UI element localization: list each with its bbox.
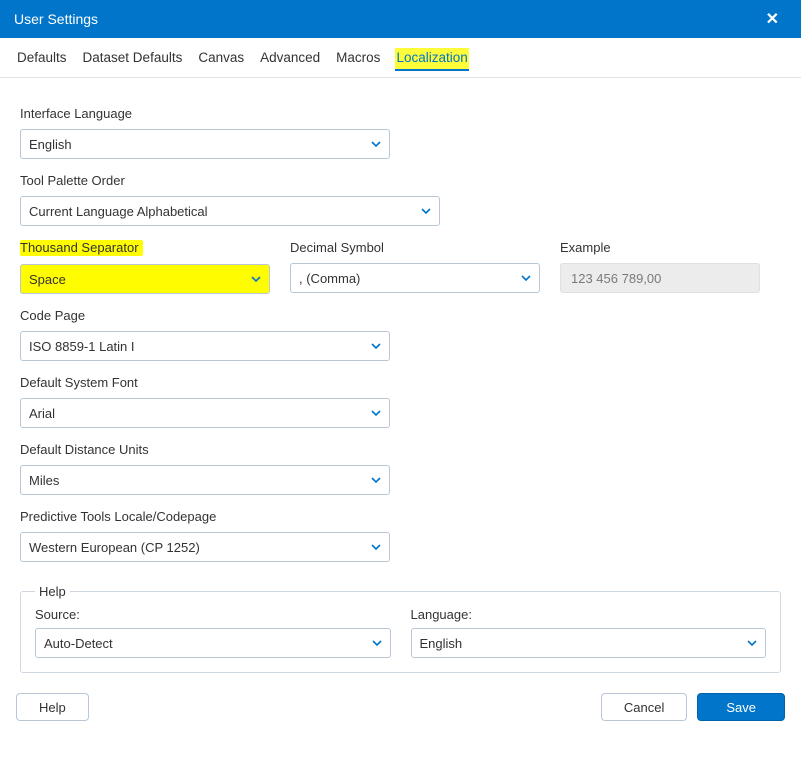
label-default-system-font: Default System Font (20, 375, 781, 390)
select-value: Auto-Detect (44, 636, 113, 651)
help-button[interactable]: Help (16, 693, 89, 721)
select-code-page[interactable]: ISO 8859-1 Latin I (20, 331, 390, 361)
select-value: , (Comma) (299, 271, 360, 286)
select-interface-language[interactable]: English (20, 129, 390, 159)
tab-defaults[interactable]: Defaults (16, 48, 68, 71)
chevron-down-icon (370, 340, 382, 352)
select-help-source[interactable]: Auto-Detect (35, 628, 391, 658)
select-value: Western European (CP 1252) (29, 540, 200, 555)
save-button[interactable]: Save (697, 693, 785, 721)
chevron-down-icon (370, 541, 382, 553)
tab-advanced[interactable]: Advanced (259, 48, 321, 71)
label-thousand-separator: Thousand Separator (20, 240, 270, 256)
label-decimal-symbol: Decimal Symbol (290, 240, 540, 255)
select-value: ISO 8859-1 Latin I (29, 339, 135, 354)
help-fieldset: Help Source: Auto-Detect Language: Engli… (20, 584, 781, 673)
label-help-source: Source: (35, 607, 391, 622)
select-value: Space (29, 272, 66, 287)
label-tool-palette-order: Tool Palette Order (20, 173, 781, 188)
close-icon[interactable]: ✕ (758, 5, 787, 33)
content-panel: Interface Language English Tool Palette … (0, 78, 801, 681)
tab-dataset-defaults[interactable]: Dataset Defaults (82, 48, 184, 71)
tab-bar: Defaults Dataset Defaults Canvas Advance… (0, 38, 801, 78)
select-value: English (420, 636, 463, 651)
tab-macros[interactable]: Macros (335, 48, 381, 71)
window-title: User Settings (14, 11, 98, 27)
label-default-distance-units: Default Distance Units (20, 442, 781, 457)
select-decimal-symbol[interactable]: , (Comma) (290, 263, 540, 293)
chevron-down-icon (370, 474, 382, 486)
select-tool-palette-order[interactable]: Current Language Alphabetical (20, 196, 440, 226)
select-value: Arial (29, 406, 55, 421)
select-help-language[interactable]: English (411, 628, 767, 658)
chevron-down-icon (370, 138, 382, 150)
cancel-button[interactable]: Cancel (601, 693, 687, 721)
select-thousand-separator[interactable]: Space (20, 264, 270, 294)
example-output: 123 456 789,00 (560, 263, 760, 293)
label-predictive-locale: Predictive Tools Locale/Codepage (20, 509, 781, 524)
chevron-down-icon (370, 407, 382, 419)
chevron-down-icon (371, 637, 383, 649)
tab-localization[interactable]: Localization (395, 48, 468, 71)
help-legend: Help (35, 584, 70, 599)
select-default-system-font[interactable]: Arial (20, 398, 390, 428)
select-default-distance-units[interactable]: Miles (20, 465, 390, 495)
label-example: Example (560, 240, 760, 255)
select-predictive-locale[interactable]: Western European (CP 1252) (20, 532, 390, 562)
chevron-down-icon (746, 637, 758, 649)
label-help-language: Language: (411, 607, 767, 622)
label-code-page: Code Page (20, 308, 781, 323)
chevron-down-icon (520, 272, 532, 284)
select-value: Miles (29, 473, 59, 488)
chevron-down-icon (420, 205, 432, 217)
chevron-down-icon (250, 273, 262, 285)
label-interface-language: Interface Language (20, 106, 781, 121)
select-value: Current Language Alphabetical (29, 204, 208, 219)
tab-canvas[interactable]: Canvas (197, 48, 245, 71)
titlebar: User Settings ✕ (0, 0, 801, 38)
select-value: English (29, 137, 72, 152)
footer: Help Cancel Save (0, 681, 801, 735)
